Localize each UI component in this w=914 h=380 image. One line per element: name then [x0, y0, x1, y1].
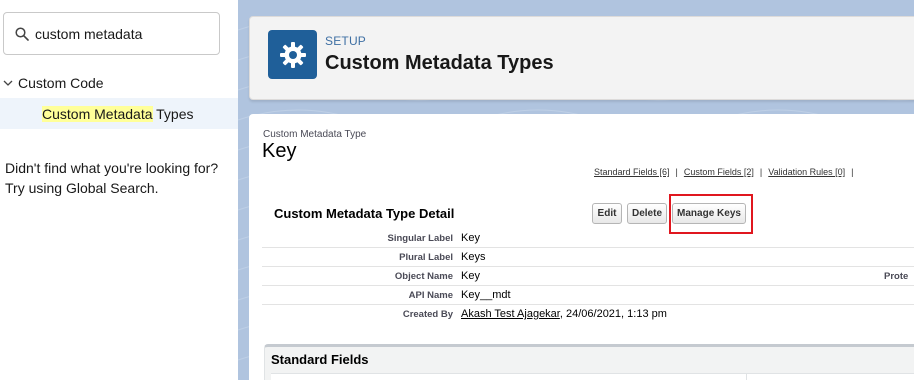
- field-row-created-by: Created By Akash Test Ajagekar, 24/06/20…: [262, 305, 914, 324]
- search-match-highlight: Custom Metadata: [42, 105, 153, 122]
- field-label: Object Name: [394, 271, 453, 282]
- object-type-label: Custom Metadata Type: [263, 129, 367, 140]
- gear-icon: [279, 41, 306, 68]
- column-divider: [746, 374, 747, 380]
- setup-icon-tile: [268, 30, 317, 79]
- field-label: Created By: [402, 309, 453, 320]
- edit-button[interactable]: Edit: [592, 203, 622, 224]
- field-value: Key: [461, 232, 480, 244]
- field-row-api-name: API Name Key__mdt: [262, 286, 914, 305]
- standard-fields-table: [271, 373, 914, 380]
- delete-button[interactable]: Delete: [627, 203, 667, 224]
- link-custom-fields[interactable]: Custom Fields [2]: [684, 167, 754, 177]
- tree-item-label-rest: Types: [152, 105, 194, 122]
- field-label: API Name: [408, 290, 453, 301]
- setup-page-header: SETUP Custom Metadata Types: [249, 16, 914, 100]
- field-value: Keys: [461, 251, 486, 263]
- quick-find-input[interactable]: [35, 22, 215, 46]
- field-value: Key: [461, 270, 480, 282]
- created-by-user-link[interactable]: Akash Test Ajagekar: [461, 308, 560, 320]
- link-separator: |: [759, 167, 763, 177]
- link-separator: |: [851, 167, 854, 177]
- field-row-singular-label: Singular Label Key: [262, 229, 914, 248]
- field-label: Plural Label: [399, 252, 453, 263]
- tree-item-custom-metadata-types[interactable]: Custom Metadata Types: [0, 98, 238, 129]
- annotation-highlight-box: [669, 194, 753, 234]
- record-name: Key: [262, 140, 297, 162]
- breadcrumb-setup: SETUP: [325, 34, 367, 48]
- field-row-object-name: Object Name Key Prote: [262, 267, 914, 286]
- field-row-plural-label: Plural Label Keys: [262, 248, 914, 267]
- page-title: Custom Metadata Types: [325, 52, 554, 74]
- field-label: Singular Label: [387, 233, 453, 244]
- not-found-message: Didn't find what you're looking for? Try…: [5, 158, 233, 198]
- record-detail-card: Custom Metadata Type Key Standard Fields…: [249, 114, 914, 380]
- link-standard-fields[interactable]: Standard Fields [6]: [594, 167, 670, 177]
- quick-find-box[interactable]: [3, 12, 220, 55]
- tree-item-label: Custom Code: [18, 75, 104, 91]
- search-icon: [15, 27, 29, 41]
- standard-fields-section: Standard Fields: [264, 344, 914, 380]
- tree-item-custom-code[interactable]: Custom Code: [0, 71, 104, 95]
- not-found-line: Didn't find what you're looking for?: [5, 160, 219, 176]
- related-list-links: Standard Fields [6] | Custom Fields [2] | Va…: [594, 167, 914, 177]
- global-search-hint: Try using Global Search.: [5, 180, 159, 196]
- link-separator: |: [675, 167, 678, 177]
- field-value: Key__mdt: [461, 289, 511, 301]
- standard-fields-title: Standard Fields: [271, 352, 369, 367]
- main-content: SETUP Custom Metadata Types Custom Metad…: [238, 0, 914, 380]
- setup-sidebar: Custom Code Custom Metadata Types Didn't…: [0, 0, 238, 380]
- link-validation-rules[interactable]: Validation Rules [0]: [768, 167, 845, 177]
- detail-section-title: Custom Metadata Type Detail: [274, 206, 455, 221]
- field-label-protected: Prote: [884, 271, 909, 282]
- created-date: , 24/06/2021, 1:13 pm: [559, 308, 667, 320]
- chevron-down-icon[interactable]: [1, 76, 15, 90]
- detail-fields-table: Singular Label Key Plural Label Keys Obj…: [262, 229, 914, 324]
- field-value: Akash Test Ajagekar, 24/06/2021, 1:13 pm: [461, 308, 667, 320]
